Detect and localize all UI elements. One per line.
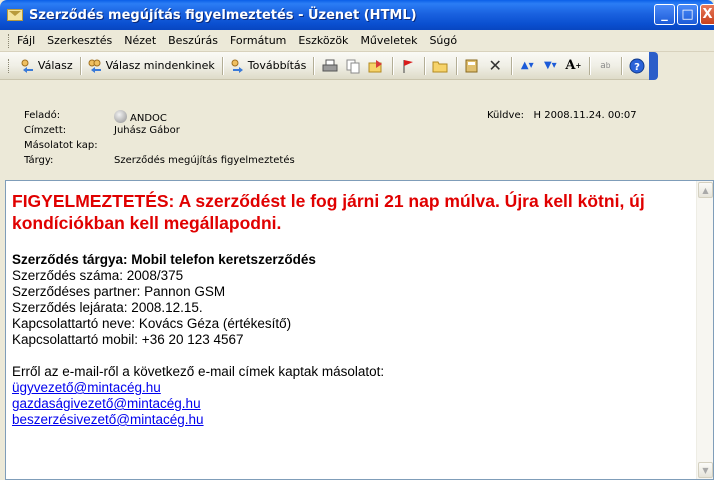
presence-icon (114, 110, 127, 123)
previous-item-icon[interactable]: ▲▾ (518, 56, 537, 76)
contract-subject: Szerződés tárgya: Mobil telefon keretsze… (12, 252, 316, 267)
contact-name: Kapcsolattartó neve: Kovács Géza (értéke… (12, 316, 292, 331)
reply-icon (20, 58, 35, 73)
scroll-down-icon[interactable]: ▼ (698, 462, 713, 478)
font-size-icon[interactable]: A + (564, 56, 583, 76)
from-value[interactable]: ANDOC (114, 110, 167, 124)
toolbar-grip[interactable] (8, 58, 11, 73)
warning-text: FIGYELMEZTETÉS: A szerződést le fog járn… (12, 191, 645, 233)
help-icon[interactable]: ? (628, 56, 647, 76)
minimize-button[interactable]: _ (654, 4, 675, 25)
subject-value: Szerződés megújítás figyelmeztetés (114, 155, 295, 166)
menu-help[interactable]: Súgó (429, 34, 457, 47)
folder-icon[interactable] (431, 56, 450, 76)
menu-actions[interactable]: Műveletek (360, 34, 417, 47)
menu-tools[interactable]: Eszközök (298, 34, 348, 47)
menu-grip[interactable] (8, 33, 11, 48)
title-bar: Szerződés megújítás figyelmeztetés - Üze… (0, 0, 714, 30)
address-book-icon[interactable] (463, 56, 482, 76)
forward-label: Továbbítás (247, 59, 307, 72)
menu-insert[interactable]: Beszúrás (168, 34, 218, 47)
encoding-icon[interactable]: ab (596, 56, 615, 76)
toolbar-separator (510, 56, 512, 75)
toolbar-separator (620, 56, 622, 75)
svg-text:?: ? (635, 62, 641, 73)
menu-bar: Fájl Szerkesztés Nézet Beszúrás Formátum… (0, 30, 714, 52)
cc-link-procurement[interactable]: beszerzésivezető@mintacég.hu (12, 412, 692, 428)
cc-link-cfo[interactable]: gazdaságivezető@mintacég.hu (12, 396, 692, 412)
cc-intro-text: Erről az e-mail-ről a következő e-mail c… (12, 364, 385, 379)
subject-label: Tárgy: (24, 155, 54, 166)
sent-info: Küldve: H 2008.11.24. 00:07 (487, 110, 637, 121)
delete-icon[interactable]: ✕ (486, 56, 505, 76)
toolbar-overflow-chevron[interactable] (649, 52, 658, 80)
cc-link-ceo[interactable]: ügyvezető@mintacég.hu (12, 380, 692, 396)
menu-file[interactable]: Fájl (17, 34, 35, 47)
from-name: ANDOC (130, 113, 167, 124)
close-button[interactable]: X (700, 4, 714, 25)
menu-view[interactable]: Nézet (124, 34, 156, 47)
print-icon[interactable] (320, 56, 339, 76)
standard-toolbar: Válasz Válasz mindenkinek Továbbítás ✕ ▲… (0, 52, 658, 80)
to-value[interactable]: Juhász Gábor (114, 125, 180, 136)
scroll-up-icon[interactable]: ▲ (698, 182, 713, 198)
sent-label: Küldve: (487, 110, 524, 121)
toolbar-separator (455, 56, 457, 75)
flag-icon[interactable] (399, 56, 418, 76)
reply-label: Válasz (37, 59, 73, 72)
toolbar-separator (588, 56, 590, 75)
contract-expiry: Szerződés lejárata: 2008.12.15. (12, 300, 203, 315)
forward-button[interactable]: Továbbítás (227, 55, 310, 77)
reply-all-button[interactable]: Válasz mindenkinek (85, 55, 218, 77)
toolbar-separator (221, 56, 223, 75)
toolbar-separator (79, 56, 81, 75)
toolbar-separator (423, 56, 425, 75)
envelope-icon (7, 9, 23, 21)
copy-icon[interactable] (343, 56, 362, 76)
from-label: Feladó: (24, 110, 61, 121)
toolbar-separator (391, 56, 393, 75)
maximize-button[interactable]: □ (677, 4, 698, 25)
message-body[interactable]: FIGYELMEZTETÉS: A szerződést le fog járn… (5, 180, 714, 480)
menu-edit[interactable]: Szerkesztés (47, 34, 112, 47)
menu-format[interactable]: Formátum (230, 34, 286, 47)
forward-icon (230, 58, 245, 73)
move-to-folder-icon[interactable] (367, 56, 386, 76)
cc-label: Másolatot kap: (24, 140, 98, 151)
reply-button[interactable]: Válasz (17, 55, 76, 77)
vertical-scrollbar[interactable]: ▲ ▼ (696, 181, 713, 479)
reply-all-icon (88, 58, 103, 73)
window-title: Szerződés megújítás figyelmeztetés - Üze… (29, 7, 417, 23)
message-header: Feladó: ANDOC Címzett: Juhász Gábor Máso… (0, 80, 714, 180)
contract-partner: Szerződéses partner: Pannon GSM (12, 284, 226, 299)
sent-value: H 2008.11.24. 00:07 (533, 110, 637, 121)
next-item-icon[interactable]: ▼▾ (541, 56, 560, 76)
reply-all-label: Válasz mindenkinek (105, 59, 215, 72)
contract-number: Szerződés száma: 2008/375 (12, 268, 184, 283)
contact-mobile: Kapcsolattartó mobil: +36 20 123 4567 (12, 332, 244, 347)
to-label: Címzett: (24, 125, 67, 136)
toolbar-separator (313, 56, 315, 75)
